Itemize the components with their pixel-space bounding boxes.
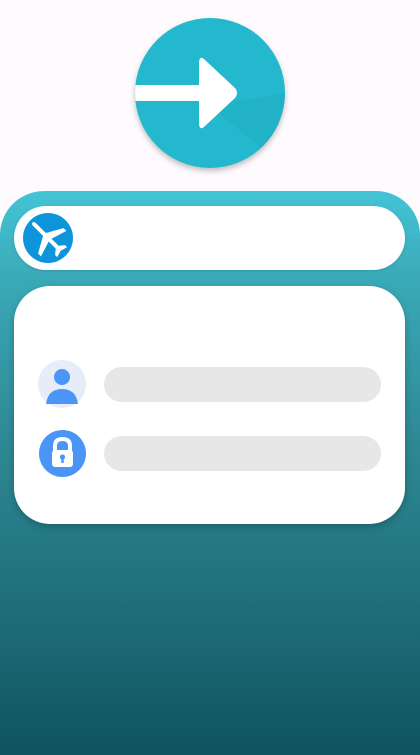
airplane-icon [23,213,73,263]
arrow-right-icon [135,57,285,168]
user-icon [38,360,86,408]
password-input[interactable] [104,436,381,471]
username-input[interactable] [104,367,381,402]
lock-icon [39,430,86,477]
enter-button[interactable] [135,18,285,168]
